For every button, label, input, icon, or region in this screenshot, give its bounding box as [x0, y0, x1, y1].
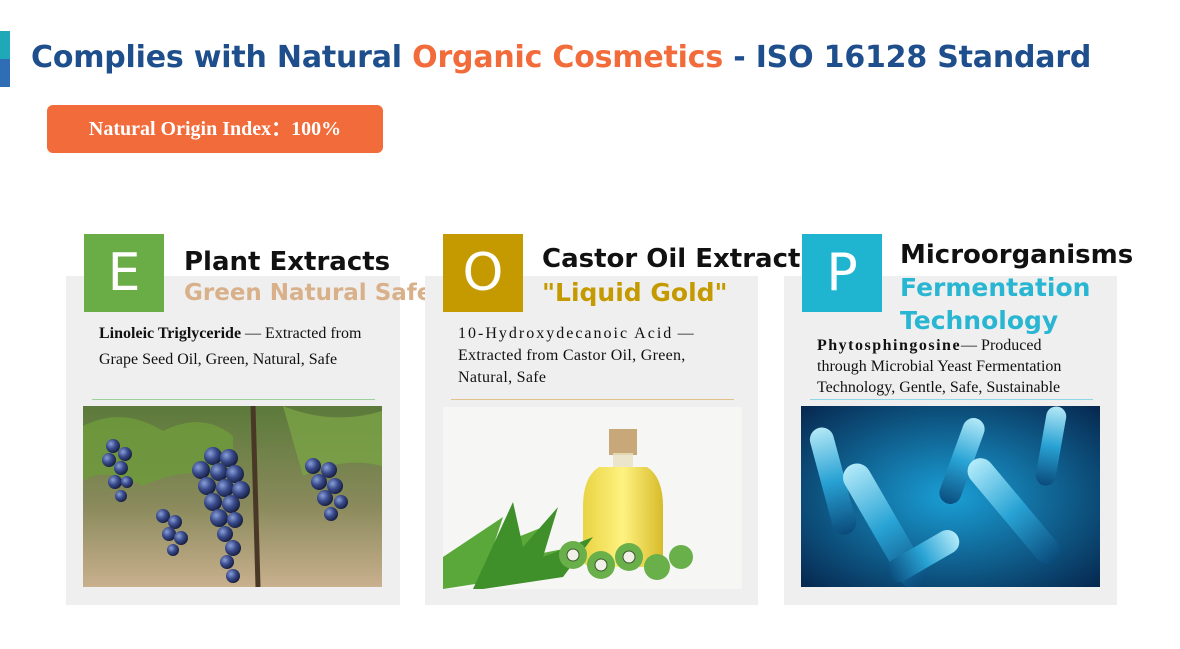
card-title-microorganisms: Microorganisms: [900, 240, 1134, 270]
page-title: Complies with Natural Organic Cosmetics …: [31, 40, 1091, 75]
card-subtitle-fermentation-line2: Technology: [900, 306, 1059, 335]
card-title-castor-oil: Castor Oil Extract: [542, 244, 801, 274]
accent-bar-bottom: [0, 59, 10, 87]
card-subtitle-fermentation-line1: Fermentation: [900, 273, 1091, 302]
card-description-linoleic: Linoleic Triglyceride — Extracted from G…: [99, 321, 384, 373]
letter-badge-p: P: [802, 234, 882, 312]
divider-line: [92, 399, 375, 400]
divider-line: [451, 399, 734, 400]
title-suffix: - ISO 16128 Standard: [722, 40, 1092, 75]
card-title-plant-extracts: Plant Extracts: [184, 247, 391, 277]
ingredient-name: 10-Hydroxydecanoic Acid: [458, 325, 674, 342]
title-prefix: Complies with Natural: [31, 40, 413, 75]
ingredient-name: Phytosphingosine: [817, 337, 962, 354]
accent-bar: [0, 31, 10, 87]
card-description-hydroxydecanoic: 10-Hydroxydecanoic Acid — Extracted from…: [458, 323, 734, 389]
bacteria-photo: [801, 406, 1100, 587]
castor-oil-photo: [443, 407, 742, 589]
letter-badge-o: O: [443, 234, 523, 312]
grapes-photo: [83, 406, 382, 587]
ingredient-name: Linoleic Triglyceride: [99, 325, 242, 342]
card-subtitle-green-natural-safe: Green Natural Safe: [184, 280, 433, 306]
card-subtitle-liquid-gold: "Liquid Gold": [542, 278, 728, 307]
natural-origin-badge: Natural Origin Index：100%: [47, 105, 383, 153]
accent-bar-top: [0, 31, 10, 59]
title-highlight: Organic Cosmetics: [412, 40, 723, 75]
letter-badge-e: E: [84, 234, 164, 312]
divider-line: [810, 399, 1093, 400]
card-description-phytosphingosine: Phytosphingosine— Produced through Micro…: [817, 335, 1093, 398]
